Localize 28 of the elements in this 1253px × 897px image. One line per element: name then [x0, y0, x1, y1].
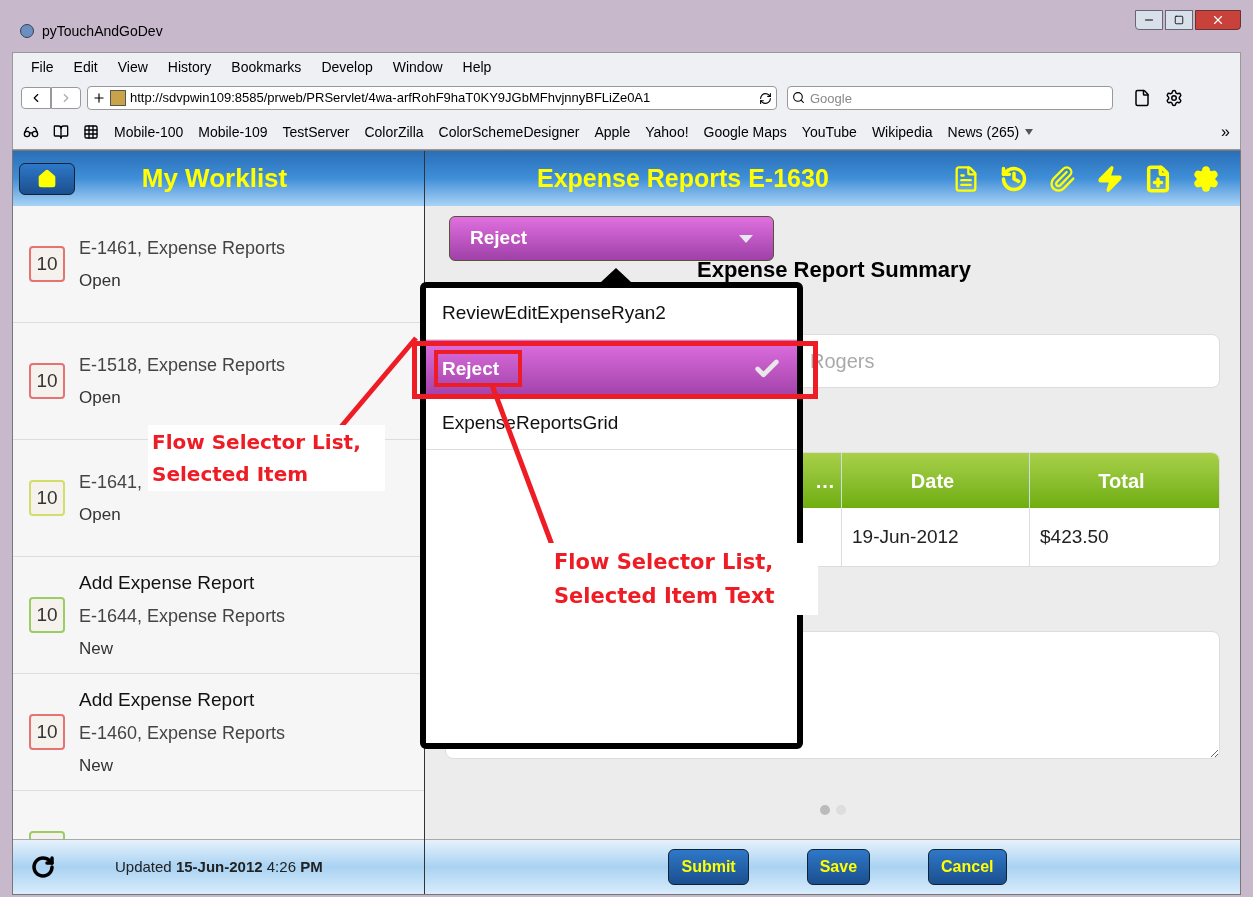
- item-status: Open: [79, 386, 122, 409]
- item-subtitle: E-1518, Expense Reports: [79, 353, 286, 377]
- window-title: pyTouchAndGoDev: [42, 21, 163, 41]
- priority-badge: 10: [29, 714, 65, 750]
- updated-text: Updated 15-Jun-2012 4:26 PM: [115, 856, 323, 877]
- item-status: Open: [79, 269, 122, 292]
- item-title: Add Expense Report: [79, 687, 256, 712]
- item-status: New: [79, 638, 114, 660]
- item-subtitle: E-1460, Expense Reports: [79, 722, 286, 745]
- priority-badge: 10: [29, 363, 65, 399]
- table-cell: 19-Jun-2012: [841, 508, 1029, 566]
- url-text: http://sdvpwin109:8585/prweb/PRServlet/4wa-arfRohF9haT0KY9JGbMFhvjnnyBFLiZe0A1: [130, 89, 651, 108]
- priority-badge: 10: [29, 480, 65, 516]
- table-cell: $423.50: [1029, 508, 1219, 566]
- annotation-label: Flow Selector List, Selected Item: [148, 425, 385, 491]
- priority-badge: 10: [29, 597, 65, 633]
- item-subtitle: E-1641,: [79, 470, 143, 494]
- item-status: Open: [79, 503, 122, 526]
- item-subtitle: E-1644, Expense Reports: [79, 605, 286, 628]
- item-subtitle: E-1461, Expense Reports: [79, 236, 286, 260]
- column-header: Total: [1029, 453, 1219, 508]
- item-title: Add Expense Report: [79, 570, 256, 595]
- column-header: Date: [841, 453, 1029, 508]
- worklist-title: My Worklist: [141, 162, 288, 195]
- priority-badge: 10: [29, 246, 65, 282]
- item-status: New: [79, 755, 114, 777]
- case-title: Expense Reports E-1630: [537, 162, 829, 194]
- annotation-label: Flow Selector List, Selected Item Text: [548, 543, 818, 615]
